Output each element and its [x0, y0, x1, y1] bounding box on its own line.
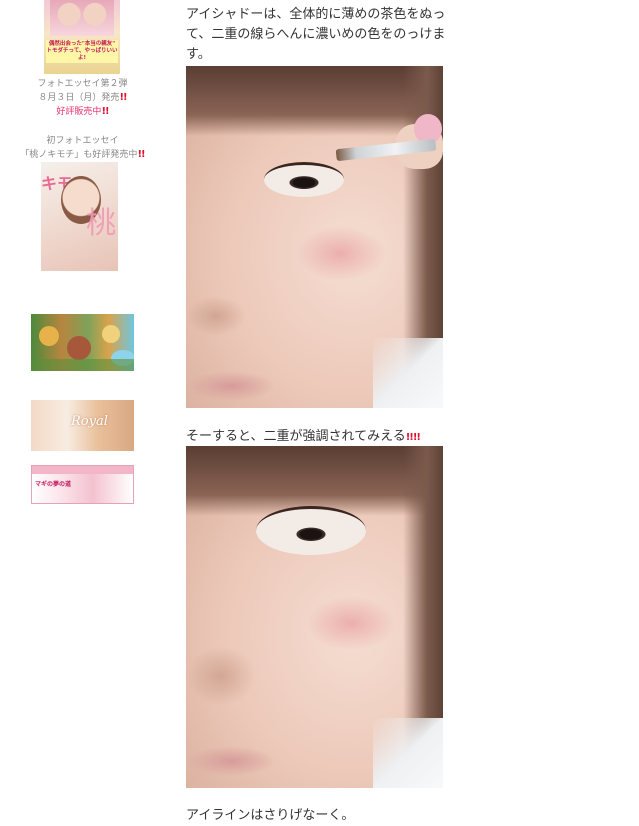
release-date-text: ８月３日（月）発売 — [38, 93, 120, 103]
first-essay-text: 初フォトエッセイ — [46, 136, 119, 146]
momo-on-sale-text: 「桃ノキモチ」も好評発売中 — [20, 150, 138, 160]
cheek-blush — [296, 226, 386, 281]
cover-photo — [50, 0, 114, 36]
book2-caption-title: フォトエッセイ第２弾 — [37, 79, 128, 89]
exclaim-emoji-icon: !!!! — [405, 432, 421, 443]
shirt-collar — [373, 718, 443, 788]
banner-topline — [32, 466, 133, 474]
exclaim-emoji-icon: !! — [119, 92, 127, 103]
lips — [186, 746, 276, 776]
book2-caption-status: 好評販売中!! — [0, 105, 165, 119]
banner-magi-dream[interactable]: マギの夢の道 — [31, 465, 134, 504]
cover-tagline: 偶然出会った"本当の親友" トモダチって、やっぱりいいよ! — [46, 40, 118, 63]
photo-eyeshadow-application — [186, 66, 443, 408]
book1-caption-status: 「桃ノキモチ」も好評発売中!! — [0, 148, 165, 162]
photo-double-eyelid-result — [186, 446, 443, 788]
exclaim-emoji-icon: !! — [101, 106, 109, 117]
exclaim-emoji-icon: !! — [137, 149, 145, 160]
nose-shadow — [186, 646, 256, 706]
nose-shadow — [186, 296, 246, 336]
cheek-blush — [306, 596, 396, 651]
book2-caption-date: ８月３日（月）発売!! — [0, 91, 165, 105]
banner-royal[interactable]: Royal — [31, 400, 134, 451]
book1-caption-title: 初フォトエッセイ — [0, 134, 165, 148]
banner-magi-text: マギの夢の道 — [35, 481, 72, 488]
momo-no-kimochi-book-cover[interactable]: キモ 桃 — [41, 162, 118, 271]
eye-icon — [264, 162, 344, 197]
on-sale-text: 好評販売中 — [56, 107, 102, 117]
paragraph-eyeshadow: アイシャドーは、全体的に薄めの茶色をぬって、二重の線らへんに濃いめの色をのっけま… — [186, 7, 446, 62]
sidebar: 偶然出会った"本当の親友" トモダチって、やっぱりいいよ! フォトエッセイ第２弾… — [0, 0, 170, 824]
paragraph-double-eyelid: そーすると、二重が強調されてみえる!!!! — [186, 427, 461, 448]
cover-title-kanji: 桃 — [86, 206, 116, 241]
banner-royal-text: Royal — [71, 414, 108, 429]
double-eyelid-text: そーすると、二重が強調されてみえる — [186, 429, 406, 444]
banner-art-icon — [31, 325, 134, 371]
shirt-collar — [373, 338, 443, 408]
lips — [186, 371, 276, 401]
photo-essay-book-2-cover[interactable]: 偶然出会った"本当の親友" トモダチって、やっぱりいいよ! — [44, 0, 120, 74]
paragraph-eyeliner: アイラインはさりげなーく。 — [186, 808, 355, 823]
eye-icon — [256, 506, 366, 555]
banner-illustration[interactable] — [31, 314, 134, 371]
